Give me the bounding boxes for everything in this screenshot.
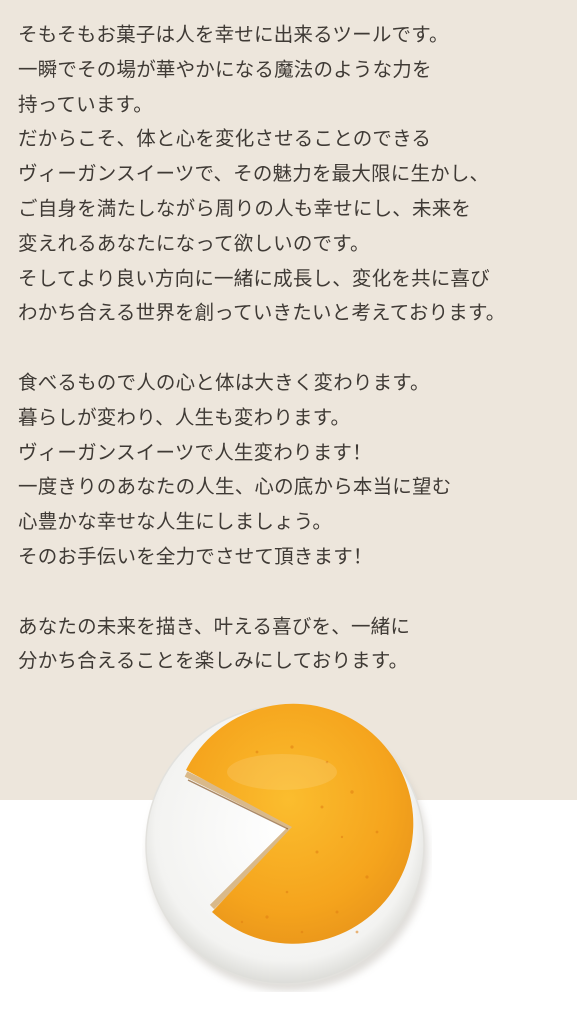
text-line: 分かち合えることを楽しみにしております。 bbox=[18, 649, 409, 673]
text-line: ご自身を満たしながら周りの人も幸せにし、未来を bbox=[18, 196, 472, 220]
cake-gloss bbox=[227, 754, 337, 790]
text-line: 暮らしが変わり、人生も変わります。 bbox=[18, 405, 351, 429]
text-line: だからこそ、体と心を変化させることのできる bbox=[18, 127, 432, 151]
text-line: 食べるもので人の心と体は大きく変わります。 bbox=[18, 370, 430, 394]
text-line: そのお手伝いを全力でさせて頂きます！ bbox=[18, 544, 373, 568]
text-line: 心豊かな幸せな人生にしましょう。 bbox=[18, 510, 333, 534]
text-line: わかち合える世界を創っていきたいと考えております。 bbox=[18, 301, 506, 325]
text-line: ヴィーガンスイーツで、その魅力を最大限に生かし、 bbox=[18, 162, 490, 186]
message-paragraph-2: 食べるもので人の心と体は大きく変わります。 暮らしが変わり、人生も変わります。 … bbox=[18, 366, 563, 575]
message-text-block: そもそもお菓子は人を幸せに出来るツールです。 一瞬でその場が華やかになる魔法のよ… bbox=[18, 18, 563, 679]
message-paragraph-3: あなたの未来を描き、叶える喜びを、一緒に 分かち合えることを楽しみにしております… bbox=[18, 610, 563, 680]
text-line: 変えれるあなたになって欲しいのです。 bbox=[18, 231, 370, 255]
cake-photo bbox=[142, 702, 432, 992]
text-line: 一度きりのあなたの人生、心の底から本当に望む bbox=[18, 475, 452, 499]
text-line: ヴィーガンスイーツで人生変わります！ bbox=[18, 440, 372, 464]
cake-illustration bbox=[145, 703, 428, 991]
text-line: 一瞬でその場が華やかになる魔法のような力を bbox=[18, 57, 432, 81]
message-paragraph-1: そもそもお菓子は人を幸せに出来るツールです。 一瞬でその場が華やかになる魔法のよ… bbox=[18, 18, 563, 331]
text-line: 持っています。 bbox=[18, 92, 153, 116]
text-line: あなたの未来を描き、叶える喜びを、一緒に bbox=[18, 614, 411, 638]
text-line: そもそもお菓子は人を幸せに出来るツールです。 bbox=[18, 23, 449, 46]
text-line: そしてより良い方向に一緒に成長し、変化を共に喜び bbox=[18, 266, 490, 290]
